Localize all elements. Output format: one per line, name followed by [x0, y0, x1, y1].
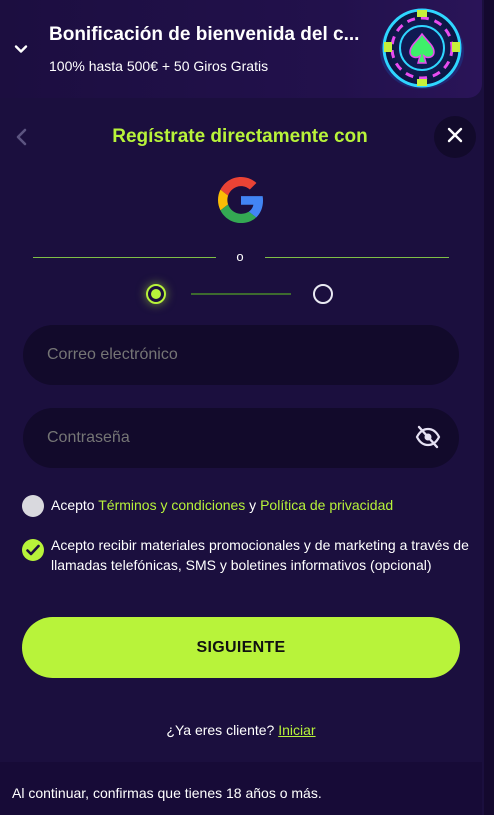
divider-line-left: [33, 257, 216, 258]
step-connector: [191, 293, 291, 295]
casino-chip-spade-icon: [376, 6, 468, 92]
banner-title: Bonificación de bienvenida del c...: [49, 24, 360, 45]
terms-link[interactable]: Términos y condiciones: [98, 497, 245, 513]
terms-consent-text: Acepto Términos y condiciones y Política…: [51, 497, 393, 513]
privacy-link[interactable]: Política de privacidad: [260, 497, 393, 513]
banner-subtitle: 100% hasta 500€ + 50 Giros Gratis: [49, 58, 269, 74]
promo-consent-text: Acepto recibir materiales promocionales …: [51, 537, 469, 573]
terms-prefix: Acepto: [51, 497, 99, 513]
divider-line-right: [265, 257, 449, 258]
close-icon: [447, 127, 463, 148]
divider-or: o: [236, 249, 244, 264]
eye-off-icon[interactable]: [415, 425, 441, 449]
chevron-down-icon[interactable]: [13, 41, 29, 57]
close-button[interactable]: [434, 116, 476, 158]
existing-client-row: ¿Ya eres cliente? Iniciar: [0, 722, 482, 738]
email-field[interactable]: [23, 325, 459, 385]
password-field[interactable]: [23, 408, 459, 468]
step-indicator-1: [146, 284, 166, 304]
terms-and: y: [245, 497, 261, 513]
back-button[interactable]: [12, 126, 32, 148]
promo-checkbox[interactable]: [22, 539, 44, 561]
google-icon: [218, 177, 264, 223]
step-indicator-2: [313, 284, 333, 304]
google-signin-button[interactable]: [218, 177, 264, 223]
welcome-bonus-banner[interactable]: Bonificación de bienvenida del c... 100%…: [0, 0, 482, 98]
age-notice: Al continuar, confirmas que tienes 18 añ…: [12, 785, 322, 801]
existing-client-text: ¿Ya eres cliente?: [166, 722, 275, 738]
terms-checkbox[interactable]: [22, 495, 44, 517]
next-button[interactable]: SIGUIENTE: [22, 617, 460, 678]
background-edge: [484, 0, 494, 815]
login-link[interactable]: Iniciar: [278, 722, 315, 738]
register-heading: Regístrate directamente con: [112, 126, 368, 147]
checkmark-icon: [26, 544, 40, 556]
